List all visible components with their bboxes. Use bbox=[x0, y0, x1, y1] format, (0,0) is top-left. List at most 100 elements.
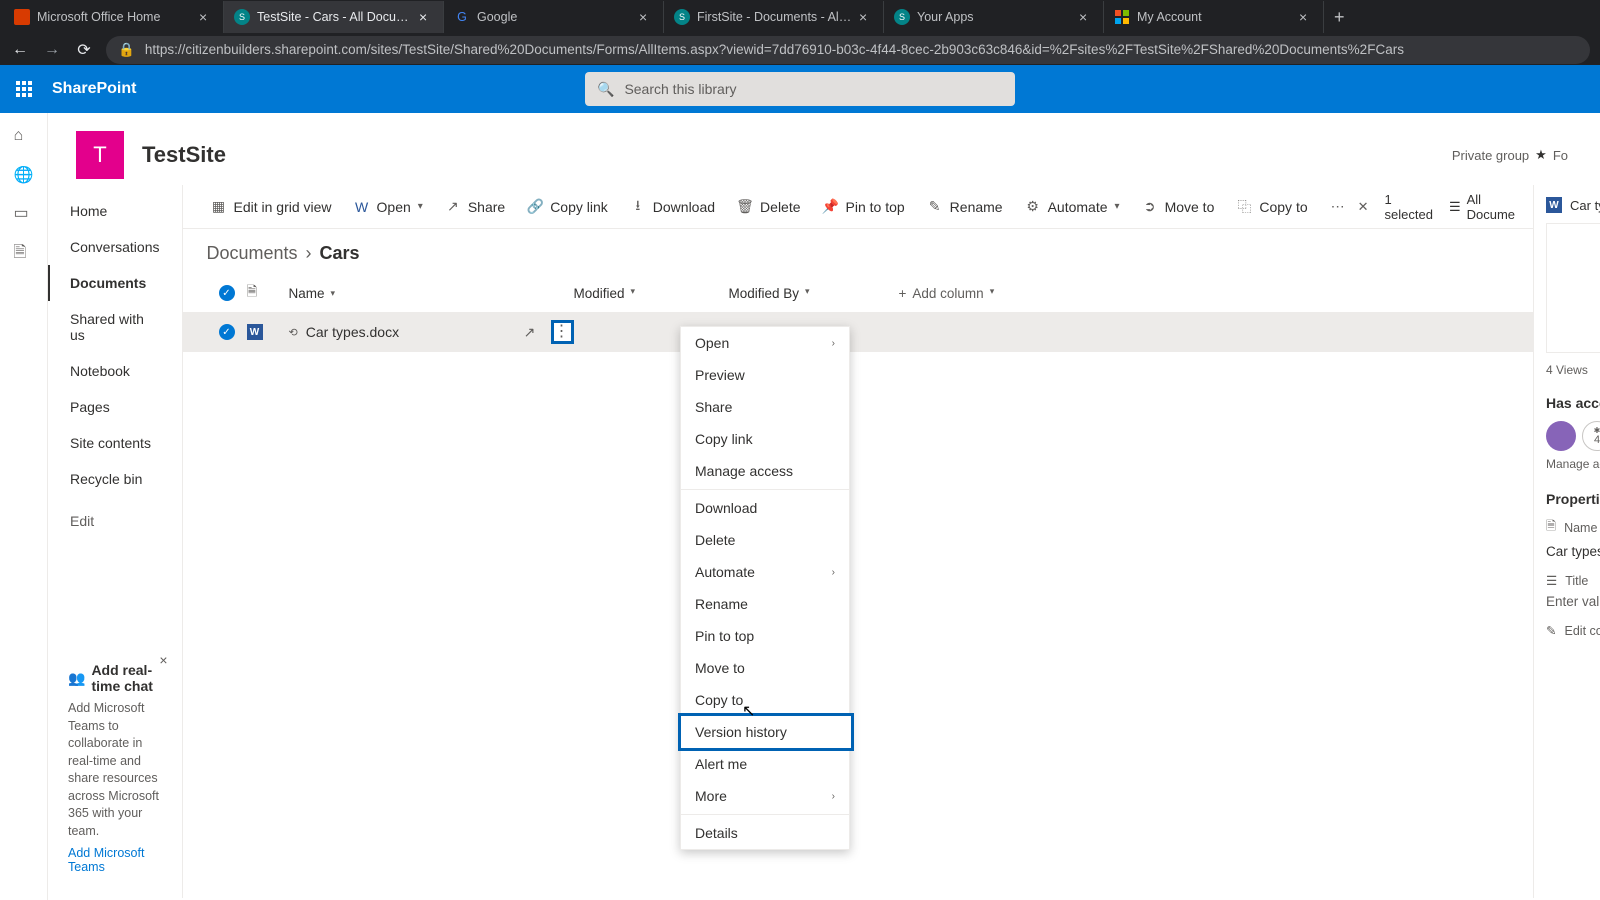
copy-button[interactable]: ⿻Copy to bbox=[1226, 191, 1317, 223]
ctx-share[interactable]: Share bbox=[681, 391, 849, 423]
nav-notebook[interactable]: Notebook bbox=[48, 353, 182, 389]
pin-icon: 📌 bbox=[823, 199, 839, 215]
close-icon[interactable]: × bbox=[859, 10, 873, 24]
ctx-details[interactable]: Details bbox=[681, 817, 849, 849]
overflow-button[interactable]: ⋯ bbox=[1320, 191, 1356, 223]
column-name[interactable]: Name▾ bbox=[289, 286, 519, 301]
chevron-down-icon: ▾ bbox=[1115, 201, 1120, 212]
file-name[interactable]: Car types.docx bbox=[306, 324, 399, 340]
automate-button[interactable]: ⚙Automate▾ bbox=[1015, 191, 1130, 223]
home-icon[interactable]: ⌂ bbox=[14, 127, 34, 147]
ctx-delete[interactable]: Delete bbox=[681, 524, 849, 556]
ctx-pin[interactable]: Pin to top bbox=[681, 620, 849, 652]
nav-edit[interactable]: Edit bbox=[48, 503, 182, 539]
site-privacy: Private group bbox=[1452, 148, 1529, 163]
ctx-alert[interactable]: Alert me bbox=[681, 748, 849, 780]
share-icon[interactable]: ↗ bbox=[519, 320, 541, 344]
nav-shared[interactable]: Shared with us bbox=[48, 301, 182, 353]
prop-title-value[interactable]: Enter value here bbox=[1546, 594, 1600, 609]
nav-contents[interactable]: Site contents bbox=[48, 425, 182, 461]
close-icon[interactable]: × bbox=[419, 10, 433, 24]
avatar[interactable] bbox=[1546, 421, 1576, 451]
ctx-copy[interactable]: Copy to bbox=[681, 684, 849, 716]
tab-google[interactable]: GGoogle× bbox=[444, 1, 664, 33]
file-preview[interactable]: This is a tes Here is my f bbox=[1546, 223, 1600, 353]
open-button[interactable]: WOpen▾ bbox=[344, 191, 433, 223]
tab-yourapps[interactable]: SYour Apps× bbox=[884, 1, 1104, 33]
view-selector[interactable]: ☰All Docume bbox=[1449, 192, 1515, 222]
tab-strip: Microsoft Office Home× STestSite - Cars … bbox=[0, 0, 1600, 34]
copy-icon: ⿻ bbox=[1236, 199, 1252, 215]
ctx-download[interactable]: Download bbox=[681, 492, 849, 524]
word-icon: W bbox=[1546, 197, 1562, 213]
ctx-automate[interactable]: Automate› bbox=[681, 556, 849, 588]
manage-access-link[interactable]: Manage access bbox=[1546, 457, 1600, 471]
sharepoint-brand[interactable]: SharePoint bbox=[48, 80, 140, 98]
site-title[interactable]: TestSite bbox=[142, 142, 226, 168]
copy-link-button[interactable]: 🔗Copy link bbox=[517, 191, 618, 223]
star-icon[interactable]: ★ bbox=[1535, 147, 1547, 163]
edit-grid-button[interactable]: ▦Edit in grid view bbox=[201, 191, 342, 223]
column-modified[interactable]: Modified▾ bbox=[574, 286, 729, 301]
site-logo[interactable]: T bbox=[76, 131, 124, 179]
ctx-version-history[interactable]: Version history bbox=[678, 713, 854, 751]
select-all-button[interactable]: ✓ bbox=[219, 285, 235, 301]
rename-button[interactable]: ✎Rename bbox=[917, 191, 1013, 223]
text-icon: ☰ bbox=[1546, 573, 1557, 588]
ctx-copy-link[interactable]: Copy link bbox=[681, 423, 849, 455]
share-button[interactable]: ↗Share bbox=[435, 191, 515, 223]
chevron-down-icon: ▾ bbox=[990, 286, 995, 301]
tab-testsite[interactable]: STestSite - Cars - All Documents× bbox=[224, 1, 444, 33]
nav-conversations[interactable]: Conversations bbox=[48, 229, 182, 265]
new-tab-button[interactable]: + bbox=[1324, 7, 1355, 28]
ctx-manage-access[interactable]: Manage access bbox=[681, 455, 849, 487]
globe-icon[interactable]: 🌐 bbox=[14, 165, 34, 185]
more-actions-button[interactable]: ⋮ bbox=[551, 320, 574, 344]
chevron-down-icon: ▾ bbox=[805, 286, 810, 301]
ctx-open[interactable]: Open› bbox=[681, 327, 849, 359]
reload-button[interactable]: ⟳ bbox=[74, 40, 94, 60]
delete-button[interactable]: 🗑Delete bbox=[727, 191, 810, 223]
move-button[interactable]: ➲Move to bbox=[1132, 191, 1225, 223]
close-icon[interactable]: × bbox=[639, 10, 653, 24]
nav-pages[interactable]: Pages bbox=[48, 389, 182, 425]
ctx-move[interactable]: Move to bbox=[681, 652, 849, 684]
add-teams-link[interactable]: Add Microsoft Teams bbox=[68, 846, 144, 874]
ctx-more[interactable]: More› bbox=[681, 780, 849, 812]
tab-office[interactable]: Microsoft Office Home× bbox=[4, 1, 224, 33]
add-column-button[interactable]: +Add column▾ bbox=[899, 286, 1510, 301]
download-button[interactable]: ⭳Download bbox=[620, 191, 725, 223]
chevron-down-icon: ▾ bbox=[418, 201, 423, 212]
row-checkbox[interactable]: ✓ bbox=[219, 324, 235, 340]
close-icon[interactable]: × bbox=[199, 10, 213, 24]
app-launcher[interactable] bbox=[0, 65, 48, 113]
list-row[interactable]: ✓ W ⟲Car types.docx ↗ ⋮ enry Legge bbox=[183, 312, 1534, 352]
address-bar[interactable]: 🔒https://citizenbuilders.sharepoint.com/… bbox=[106, 36, 1590, 64]
search-input[interactable]: 🔍Search this library bbox=[585, 72, 1015, 106]
nav-documents[interactable]: Documents bbox=[48, 265, 182, 301]
nav-recycle[interactable]: Recycle bin bbox=[48, 461, 182, 497]
tab-myaccount[interactable]: My Account× bbox=[1104, 1, 1324, 33]
edit-columns-link[interactable]: ✎Edit columns bbox=[1546, 623, 1600, 638]
tab-firstsite[interactable]: SFirstSite - Documents - All Docu× bbox=[664, 1, 884, 33]
column-modified-by[interactable]: Modified By▾ bbox=[729, 286, 899, 301]
news-icon[interactable]: ▭ bbox=[14, 203, 34, 223]
nav-home[interactable]: Home bbox=[48, 193, 182, 229]
forward-button[interactable]: → bbox=[42, 40, 62, 60]
ctx-rename[interactable]: Rename bbox=[681, 588, 849, 620]
breadcrumb-root[interactable]: Documents bbox=[207, 243, 298, 264]
files-icon[interactable]: 🗎 bbox=[14, 241, 34, 261]
access-count[interactable]: ✱4 bbox=[1582, 421, 1600, 451]
details-filename: Car types.doc bbox=[1570, 198, 1600, 213]
pin-button[interactable]: 📌Pin to top bbox=[813, 191, 915, 223]
word-icon: W bbox=[247, 324, 263, 340]
follow-label[interactable]: Fo bbox=[1553, 148, 1568, 163]
ctx-preview[interactable]: Preview bbox=[681, 359, 849, 391]
clear-selection-button[interactable]: ✕ bbox=[1358, 199, 1369, 215]
chevron-right-icon: › bbox=[832, 338, 835, 349]
back-button[interactable]: ← bbox=[10, 40, 30, 60]
close-icon[interactable]: × bbox=[1299, 10, 1313, 24]
prop-name-value[interactable]: Car types.docx bbox=[1546, 544, 1600, 559]
close-icon[interactable]: × bbox=[1079, 10, 1093, 24]
close-icon[interactable]: × bbox=[159, 652, 167, 668]
